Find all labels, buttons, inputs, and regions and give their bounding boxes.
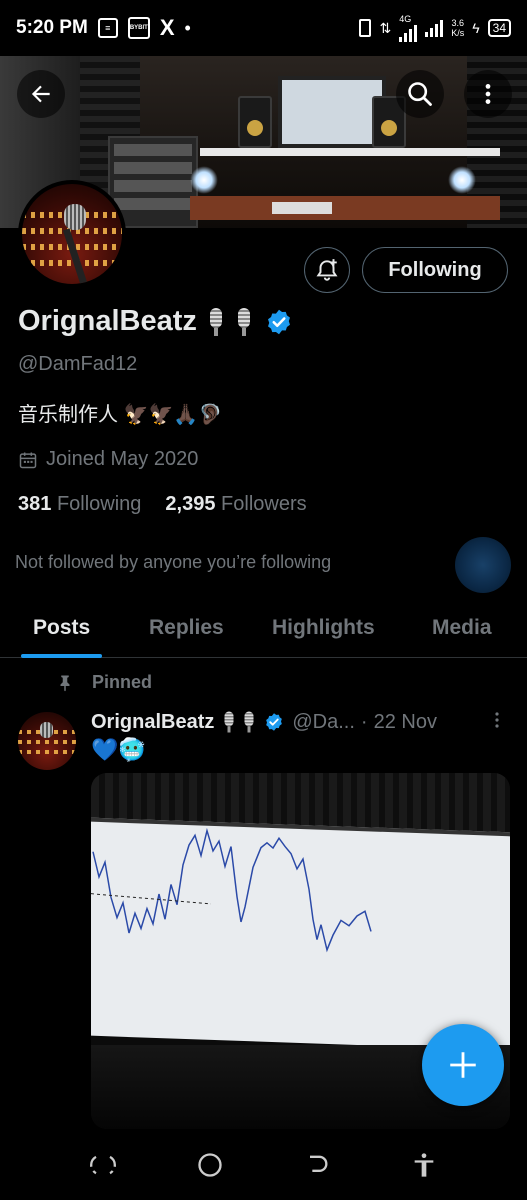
microphone-emoji-icon — [207, 307, 225, 336]
pinned-label: Pinned — [92, 672, 153, 692]
post-separator: · — [360, 710, 368, 733]
banner-lamp-left — [190, 166, 218, 194]
following-count: 381 — [18, 493, 52, 515]
vibrate-icon — [359, 19, 372, 37]
signal-2-icon — [425, 19, 444, 37]
system-navigation-bar — [0, 1130, 527, 1200]
banner-lamp-right — [448, 166, 476, 194]
microphone-emoji-icon — [235, 307, 253, 336]
banner-speaker-left — [238, 96, 272, 148]
active-tab-indicator — [21, 654, 103, 658]
banner-desk — [190, 196, 500, 220]
avatar-mic-stand — [62, 228, 89, 284]
network-speed-unit: K/s — [451, 28, 465, 38]
post-author-handle: @Da... — [292, 710, 355, 733]
profile-handle: @DamFad12 — [18, 353, 138, 375]
avatar-microphone — [64, 204, 86, 230]
verified-badge-icon — [264, 712, 284, 732]
pinned-indicator: Pinned — [56, 672, 152, 693]
more-vertical-icon — [495, 712, 499, 728]
post-date: 22 Nov — [373, 710, 437, 733]
tab-replies[interactable]: Replies — [149, 598, 224, 658]
tab-media[interactable]: Media — [432, 598, 492, 658]
tab-label: Replies — [149, 616, 224, 639]
following-stat[interactable]: 381 Following — [18, 493, 141, 516]
calendar-icon — [19, 452, 37, 468]
profile-display-name: OrignalBeatz — [18, 305, 293, 338]
not-followed-notice: Not followed by anyone you’re following — [15, 552, 332, 572]
post-more-button[interactable] — [490, 710, 504, 736]
recent-apps-icon[interactable] — [89, 1151, 117, 1179]
post-author-name[interactable]: OrignalBeatz — [91, 711, 214, 734]
arrow-left-icon — [31, 85, 50, 103]
network-type: 4G — [399, 13, 412, 24]
compose-post-button[interactable] — [422, 1024, 504, 1106]
tab-label: Posts — [33, 616, 91, 639]
tab-label: Media — [432, 616, 492, 639]
microphone-emoji-icon — [223, 711, 237, 733]
post-header: OrignalBeatz @Da... · 22 Nov — [91, 708, 437, 736]
bybit-notification-icon: BYBIT — [127, 17, 150, 39]
more-notifications-dot: • — [184, 17, 191, 38]
media-trading-screen — [91, 817, 510, 1051]
followers-label: Followers — [221, 493, 307, 515]
banner-shelf — [200, 148, 500, 156]
post-author-avatar[interactable] — [18, 712, 76, 770]
back-nav-icon[interactable] — [303, 1151, 331, 1179]
x-notification-icon: X — [159, 15, 175, 40]
home-icon[interactable] — [196, 1151, 224, 1179]
following-button[interactable]: Following — [362, 247, 508, 293]
network-speed-value: 3.6 — [451, 18, 464, 28]
post-text: 💙🥶 — [91, 737, 146, 762]
status-time: 5:20 PM — [16, 17, 88, 38]
verified-badge-icon[interactable] — [265, 308, 293, 336]
tab-posts[interactable]: Posts — [21, 598, 103, 658]
profile-bio: 音乐制作人 🦅🦅🙏🏿🦻🏿 — [18, 404, 224, 426]
display-name-text: OrignalBeatz — [18, 305, 197, 337]
tab-label: Highlights — [272, 616, 375, 639]
notes-notification-icon: ≡ — [97, 18, 118, 38]
banner-monitor — [278, 76, 386, 148]
followers-count: 2,395 — [165, 493, 216, 515]
banner-keyboard — [272, 202, 332, 214]
notifications-button[interactable] — [304, 247, 350, 293]
profile-avatar[interactable] — [18, 180, 126, 288]
more-vertical-icon — [485, 84, 491, 104]
signal-icon — [399, 24, 418, 42]
followers-stat[interactable]: 2,395 Followers — [165, 493, 306, 516]
search-button[interactable] — [396, 70, 444, 118]
joined-date: Joined May 2020 — [18, 448, 198, 471]
status-bar: 5:20 PM ≡ BYBIT X • ⇅ 4G 3.6 K/s ϟ 34 — [0, 0, 527, 56]
accessibility-icon[interactable] — [410, 1151, 438, 1179]
tab-highlights[interactable]: Highlights — [272, 598, 375, 658]
microphone-emoji-icon — [243, 711, 257, 733]
back-button[interactable] — [17, 70, 65, 118]
bell-plus-icon — [316, 259, 338, 281]
more-options-button[interactable] — [464, 70, 512, 118]
data-arrows-icon: ⇅ — [379, 19, 392, 36]
search-icon — [408, 82, 432, 106]
media-price-chart — [91, 827, 372, 953]
battery-level: 34 — [487, 19, 511, 37]
pin-icon — [60, 675, 70, 691]
status-right: ⇅ 4G 3.6 K/s ϟ 34 — [359, 13, 511, 42]
follow-stats: 381 Following 2,395 Followers — [18, 493, 307, 516]
joined-text: Joined May 2020 — [46, 448, 199, 470]
network-speed: 3.6 K/s — [451, 18, 464, 38]
plus-icon — [450, 1052, 476, 1078]
avatar-microphone — [40, 722, 53, 738]
profile-tabs: Posts Replies Highlights Media — [0, 598, 527, 658]
floating-bubble[interactable] — [455, 537, 511, 593]
following-label: Following — [56, 493, 142, 515]
charging-icon: ϟ — [472, 20, 480, 36]
